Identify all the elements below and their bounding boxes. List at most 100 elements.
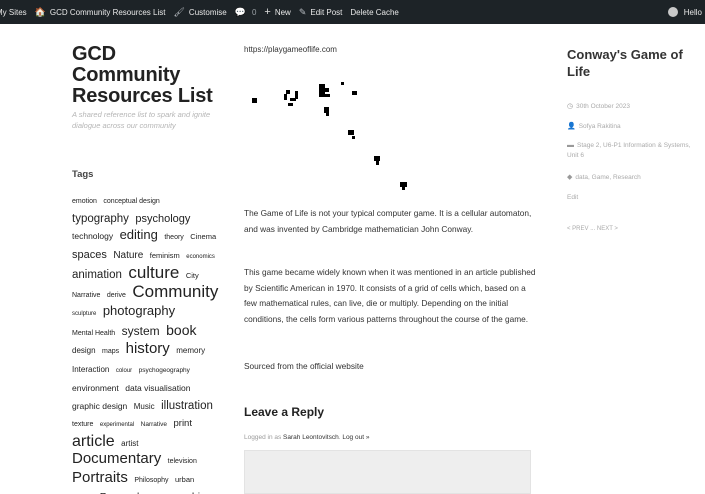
tag-link[interactable]: artist [121,439,138,448]
new-content-menu[interactable]: + New [260,0,294,24]
comments-link[interactable]: 💬 0 [231,0,261,24]
site-title[interactable]: GCD Community Resources List [72,44,222,107]
post-title: Conway's Game of Life [567,47,683,79]
tag-link[interactable]: maps [102,348,119,355]
tag-link[interactable]: emotion [72,198,97,205]
tag-link[interactable]: graphic design [72,401,127,411]
game-of-life-image [244,76,424,196]
nav-separator: ... [590,226,596,232]
tag-link[interactable]: television [168,458,197,465]
tag-link[interactable]: urban [175,475,194,484]
post-date: ◷ 30th October 2023 [567,102,702,112]
post-categories: ▬ Stage 2, U6-P1 Information & Systems, U… [567,141,702,161]
howdy-label: Hello [683,7,702,17]
tag-link[interactable]: Community [132,282,218,301]
post-url[interactable]: https://playgameoflife.com [244,45,337,54]
tag-link[interactable]: feminism [150,251,180,260]
tag-link[interactable]: Philosophy [134,477,168,484]
account-menu[interactable]: Hello [667,0,705,24]
user-icon: 👤 [567,123,576,130]
tag-link[interactable]: animation [72,269,122,281]
site-branding: GCD Community Resources List A shared re… [72,44,222,131]
tag-link[interactable]: typography [72,213,129,225]
my-sites-label: My Sites [0,7,27,17]
comments-count: 0 [251,7,257,17]
tag-link[interactable]: print [174,418,192,429]
tag-link[interactable]: Cinema [190,232,216,241]
tags-heading: Tags [72,169,94,180]
my-sites-menu[interactable]: My Sites [0,0,31,24]
post-tags-links[interactable]: data, Game, Research [575,174,640,181]
site-name-label: GCD Community Resources List [49,7,166,17]
tag-link[interactable]: texture [72,421,93,428]
tag-link[interactable]: Music [134,402,155,411]
post-paragraph: Sourced from the official website [244,361,364,371]
tag-link[interactable]: experimental [100,422,134,428]
logout-link[interactable]: Log out » [342,434,369,441]
edit-post-link[interactable]: ✎ Edit Post [295,0,347,24]
leave-reply-heading: Leave a Reply [244,405,325,419]
comment-textarea[interactable] [244,450,531,494]
site-name-menu[interactable]: 🏠 GCD Community Resources List [31,0,170,24]
post-navigation: < PREV ... NEXT > [567,226,618,232]
customise-label: Customise [188,7,227,17]
brush-icon: 🖌 [173,6,185,17]
logged-in-prefix: Logged in as [244,434,282,441]
tag-icon: ◆ [567,174,573,181]
tag-link[interactable]: photography [103,303,175,318]
tag-link[interactable]: system [122,324,160,338]
post-paragraph: The Game of Life is not your typical com… [244,208,532,234]
tag-link[interactable]: Documentary [72,450,161,467]
tag-link[interactable]: Nature [113,250,143,261]
tag-link[interactable]: Interaction [72,365,109,374]
site-description: A shared reference list to spark and ign… [72,110,211,130]
profile-link[interactable]: Sarah Leontovitsch [283,434,339,441]
tag-link[interactable]: history [126,340,170,357]
tag-link[interactable]: editing [120,227,158,242]
tag-link[interactable]: psychogeography [139,367,190,374]
tag-link[interactable]: technology [72,231,113,241]
avatar [667,7,678,17]
tag-link[interactable]: conceptual design [103,198,159,205]
tag-link[interactable]: economics [186,254,215,260]
post-author-link[interactable]: Sofya Rakitina [579,123,621,130]
tag-link[interactable]: memory [176,346,205,355]
customise-link[interactable]: 🖌 Customise [169,0,230,24]
prev-post-link[interactable]: < PREV [567,226,589,232]
tag-cloud: emotion conceptual design typography psy… [72,191,222,494]
post-date-link[interactable]: 30th October 2023 [576,103,630,110]
post-categories-links[interactable]: Stage 2, U6-P1 Information & Systems, Un… [567,142,690,159]
tag-link[interactable]: Portraits [72,469,128,486]
edit-link[interactable]: Edit [567,193,702,203]
delete-cache-label: Delete Cache [350,7,399,17]
tag-link[interactable]: Narrative [141,421,167,428]
tag-link[interactable]: article [72,433,115,450]
tag-link[interactable]: data visualisation [125,383,190,393]
tag-link[interactable]: culture [128,263,179,282]
tag-link[interactable]: sculpture [72,311,96,317]
tag-link[interactable]: theory [164,234,183,241]
tag-link[interactable]: spaces [72,249,107,261]
post-author: 👤 Sofya Rakitina [567,122,702,132]
tag-link[interactable]: illustration [161,400,213,412]
tag-link[interactable]: derive [107,292,126,299]
dashboard-icon: 🏠 [34,6,46,17]
post-tags: ◆ data, Game, Research [567,173,702,183]
tag-link[interactable]: environment [72,383,119,393]
edit-post-label: Edit Post [310,7,343,17]
folder-icon: ▬ [567,142,574,149]
tag-link[interactable]: City [186,271,199,280]
logged-in-line: Logged in as Sarah Leontovitsch. Log out… [244,434,370,441]
next-post-link[interactable]: NEXT > [597,226,618,232]
admin-bar: My Sites 🏠GCD Community Resources List 🖌… [0,0,705,24]
delete-cache-link[interactable]: Delete Cache [346,0,402,24]
tag-link[interactable]: colour [116,368,132,374]
tag-link[interactable]: book [166,322,196,338]
plus-icon: + [264,6,271,18]
post-paragraph: This game became widely known when it wa… [244,267,536,324]
tag-link[interactable]: Mental Health [72,330,115,337]
tag-link[interactable]: psychology [135,213,190,225]
tag-link[interactable]: design [72,346,96,355]
comment-icon: 💬 [234,6,246,17]
tag-link[interactable]: Narrative [72,292,100,299]
